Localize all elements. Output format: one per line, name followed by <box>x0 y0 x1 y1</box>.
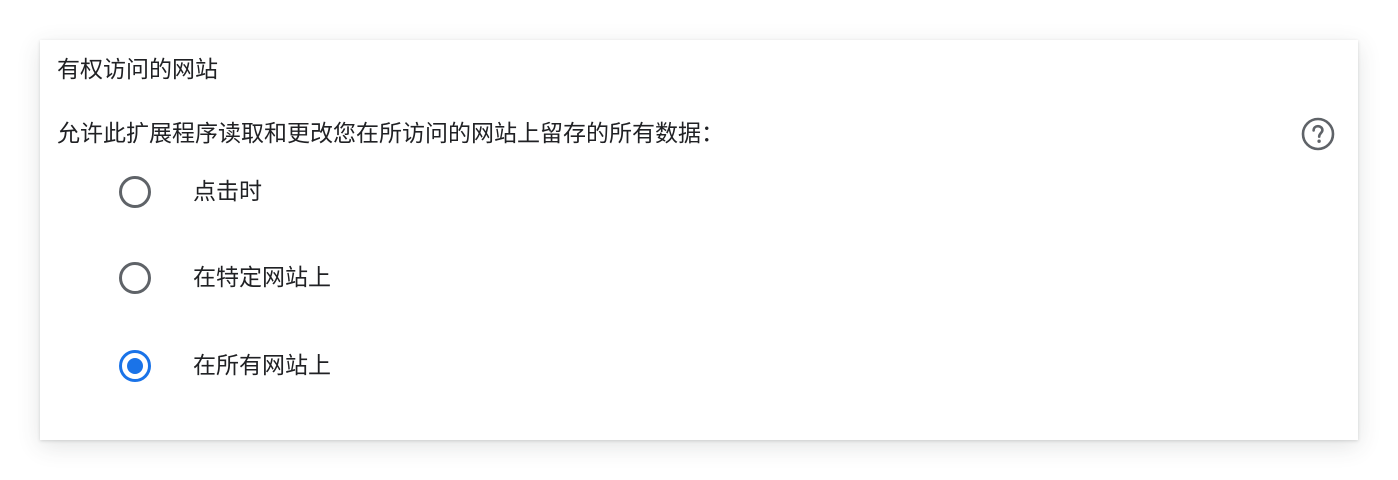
radio-checked-icon <box>119 350 151 382</box>
option-label: 在特定网站上 <box>193 265 331 291</box>
option-label: 在所有网站上 <box>193 353 331 379</box>
radio-unchecked-icon <box>119 176 151 208</box>
site-access-card: 有权访问的网站 允许此扩展程序读取和更改您在所访问的网站上留存的所有数据： 点击… <box>40 40 1358 440</box>
section-description: 允许此扩展程序读取和更改您在所访问的网站上留存的所有数据： <box>57 121 724 147</box>
radio-on-click[interactable] <box>118 175 152 209</box>
radio-all-sites[interactable] <box>118 349 152 383</box>
description-row: 允许此扩展程序读取和更改您在所访问的网站上留存的所有数据： <box>57 116 1358 152</box>
option-label: 点击时 <box>193 179 262 205</box>
option-all-sites[interactable]: 在所有网站上 <box>118 344 718 384</box>
radio-unchecked-icon <box>119 262 151 294</box>
option-on-click[interactable]: 点击时 <box>118 170 718 210</box>
option-specific-sites[interactable]: 在特定网站上 <box>118 256 718 296</box>
help-circle-icon <box>1301 117 1335 151</box>
radio-specific-sites[interactable] <box>118 261 152 295</box>
help-button[interactable] <box>1300 116 1336 152</box>
section-title: 有权访问的网站 <box>57 57 218 83</box>
